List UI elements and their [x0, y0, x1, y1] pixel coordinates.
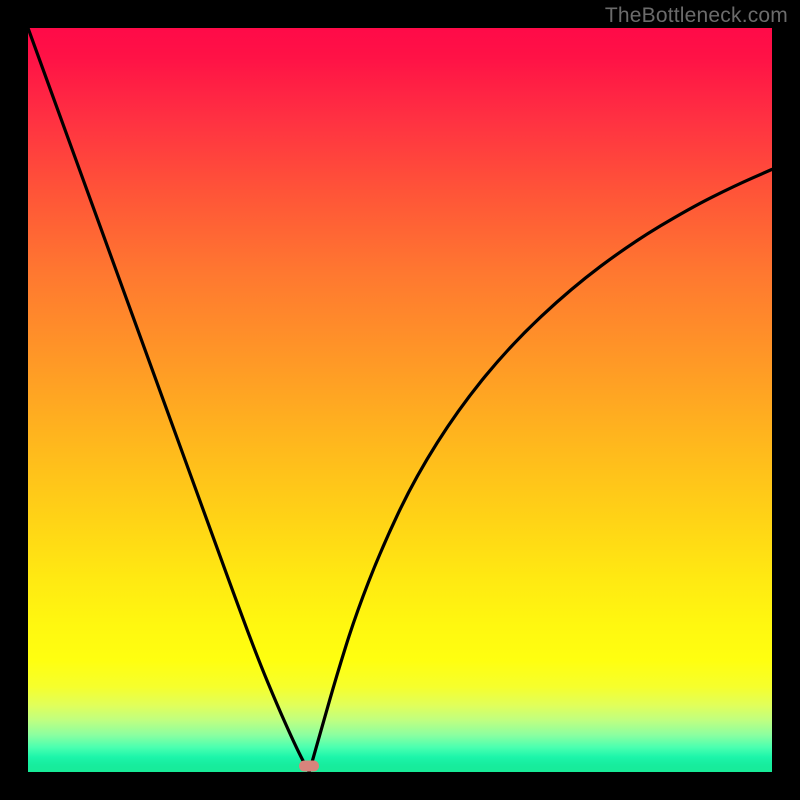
bottleneck-curve	[28, 28, 772, 772]
watermark-text: TheBottleneck.com	[605, 4, 788, 28]
plot-area	[28, 28, 772, 772]
curve-left-branch	[28, 28, 309, 772]
outer-frame: TheBottleneck.com	[0, 0, 800, 800]
optimal-marker	[299, 761, 319, 772]
curve-right-branch	[309, 169, 772, 772]
